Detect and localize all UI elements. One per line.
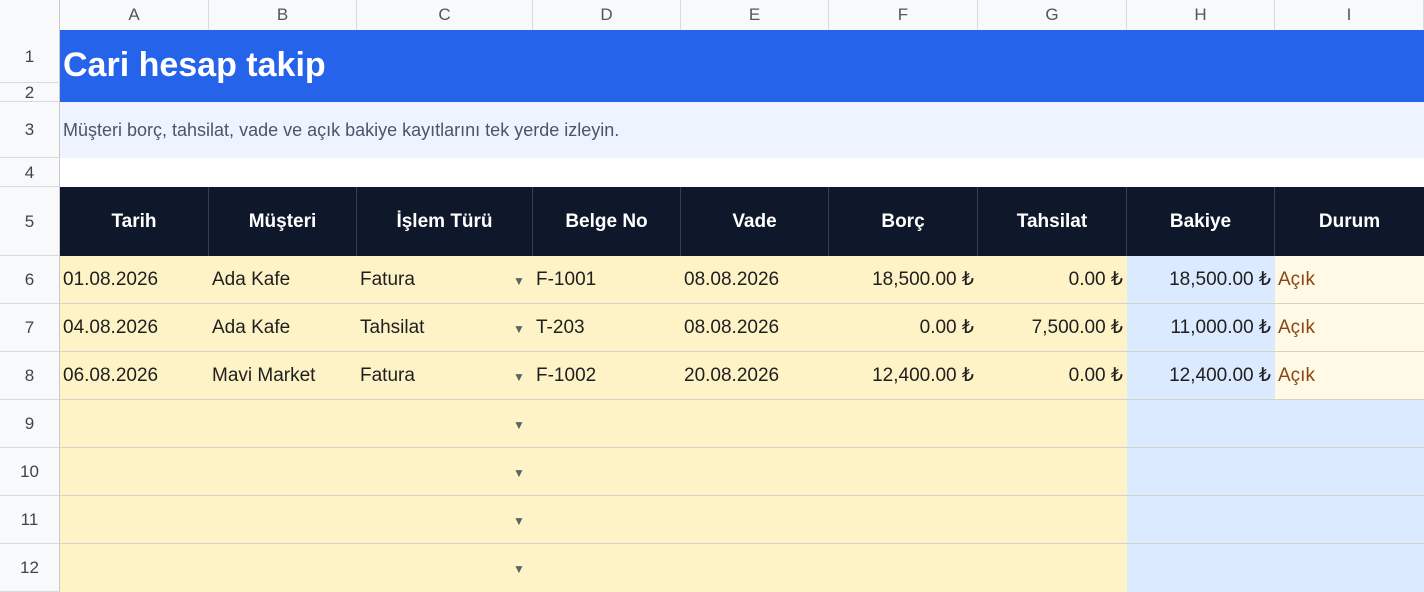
empty-balance-row[interactable] <box>1127 544 1424 592</box>
column-header-c[interactable]: C <box>357 0 533 30</box>
cell-durum[interactable]: Açık <box>1275 304 1424 352</box>
row-header-8[interactable]: 8 <box>0 352 60 400</box>
cell-tahsilat[interactable]: 7,500.00 ₺ <box>978 304 1127 352</box>
header-islem-turu[interactable]: İşlem Türü <box>357 187 533 256</box>
chevron-down-icon[interactable]: ▼ <box>513 370 525 384</box>
chevron-down-icon[interactable]: ▼ <box>513 418 525 432</box>
empty-input-row[interactable] <box>60 400 1127 448</box>
cell-bakiye[interactable]: 12,400.00 ₺ <box>1127 352 1275 400</box>
empty-balance-row[interactable] <box>1127 400 1424 448</box>
cell-bakiye[interactable]: 18,500.00 ₺ <box>1127 256 1275 304</box>
header-borc[interactable]: Borç <box>829 187 978 256</box>
empty-balance-row[interactable] <box>1127 448 1424 496</box>
empty-balance-row[interactable] <box>1127 496 1424 544</box>
row-header-6[interactable]: 6 <box>0 256 60 304</box>
header-tahsilat[interactable]: Tahsilat <box>978 187 1127 256</box>
cell-borc[interactable]: 12,400.00 ₺ <box>829 352 978 400</box>
header-musteri[interactable]: Müşteri <box>209 187 357 256</box>
cell-tahsilat[interactable]: 0.00 ₺ <box>978 352 1127 400</box>
cell-bakiye[interactable]: 11,000.00 ₺ <box>1127 304 1275 352</box>
column-header-e[interactable]: E <box>681 0 829 30</box>
cell-belge-no[interactable]: F-1001 <box>533 256 681 304</box>
cell-durum[interactable]: Açık <box>1275 256 1424 304</box>
row-header-4[interactable]: 4 <box>0 158 60 187</box>
column-header-a[interactable]: A <box>60 0 209 30</box>
empty-input-row[interactable] <box>60 496 1127 544</box>
row-header-2[interactable]: 2 <box>0 83 60 102</box>
row-header-3[interactable]: 3 <box>0 102 60 158</box>
header-belge-no[interactable]: Belge No <box>533 187 681 256</box>
cell-tarih[interactable]: 01.08.2026 <box>60 256 209 304</box>
column-header-i[interactable]: I <box>1275 0 1424 30</box>
cell-musteri[interactable]: Mavi Market <box>209 352 357 400</box>
column-header-g[interactable]: G <box>978 0 1127 30</box>
column-header-f[interactable]: F <box>829 0 978 30</box>
row-header-9[interactable]: 9 <box>0 400 60 448</box>
row-header-7[interactable]: 7 <box>0 304 60 352</box>
cell-vade[interactable]: 20.08.2026 <box>681 352 829 400</box>
column-header-d[interactable]: D <box>533 0 681 30</box>
header-bakiye[interactable]: Bakiye <box>1127 187 1275 256</box>
cell-tarih[interactable]: 04.08.2026 <box>60 304 209 352</box>
cell-vade[interactable]: 08.08.2026 <box>681 256 829 304</box>
row-header-12[interactable]: 12 <box>0 544 60 592</box>
spreadsheet: A B C D E F G H I 1 2 3 4 5 6 7 8 9 10 1… <box>0 0 1424 592</box>
sheet-title: Cari hesap takip <box>63 46 326 84</box>
cell-islem-turu[interactable]: Fatura <box>357 256 533 304</box>
column-header-bar: A B C D E F G H I <box>0 0 1424 31</box>
cell-borc[interactable]: 18,500.00 ₺ <box>829 256 978 304</box>
chevron-down-icon[interactable]: ▼ <box>513 466 525 480</box>
row-header-10[interactable]: 10 <box>0 448 60 496</box>
column-header-b[interactable]: B <box>209 0 357 30</box>
empty-input-row[interactable] <box>60 544 1127 592</box>
cell-vade[interactable]: 08.08.2026 <box>681 304 829 352</box>
cell-belge-no[interactable]: T-203 <box>533 304 681 352</box>
cell-borc[interactable]: 0.00 ₺ <box>829 304 978 352</box>
empty-input-row[interactable] <box>60 448 1127 496</box>
row-header-1[interactable]: 1 <box>0 30 60 83</box>
header-durum[interactable]: Durum <box>1275 187 1424 256</box>
cell-tarih[interactable]: 06.08.2026 <box>60 352 209 400</box>
row-header-11[interactable]: 11 <box>0 496 60 544</box>
chevron-down-icon[interactable]: ▼ <box>513 322 525 336</box>
cell-musteri[interactable]: Ada Kafe <box>209 256 357 304</box>
cell-islem-turu[interactable]: Fatura <box>357 352 533 400</box>
cell-belge-no[interactable]: F-1002 <box>533 352 681 400</box>
chevron-down-icon[interactable]: ▼ <box>513 562 525 576</box>
sheet-subtitle: Müşteri borç, tahsilat, vade ve açık bak… <box>63 120 620 140</box>
chevron-down-icon[interactable]: ▼ <box>513 274 525 288</box>
cell-durum[interactable]: Açık <box>1275 352 1424 400</box>
header-tarih[interactable]: Tarih <box>60 187 209 256</box>
cell-musteri[interactable]: Ada Kafe <box>209 304 357 352</box>
row-header-5[interactable]: 5 <box>0 187 60 256</box>
header-vade[interactable]: Vade <box>681 187 829 256</box>
cell-islem-turu[interactable]: Tahsilat <box>357 304 533 352</box>
select-all-corner[interactable] <box>0 0 60 30</box>
cell-tahsilat[interactable]: 0.00 ₺ <box>978 256 1127 304</box>
chevron-down-icon[interactable]: ▼ <box>513 514 525 528</box>
column-header-h[interactable]: H <box>1127 0 1275 30</box>
